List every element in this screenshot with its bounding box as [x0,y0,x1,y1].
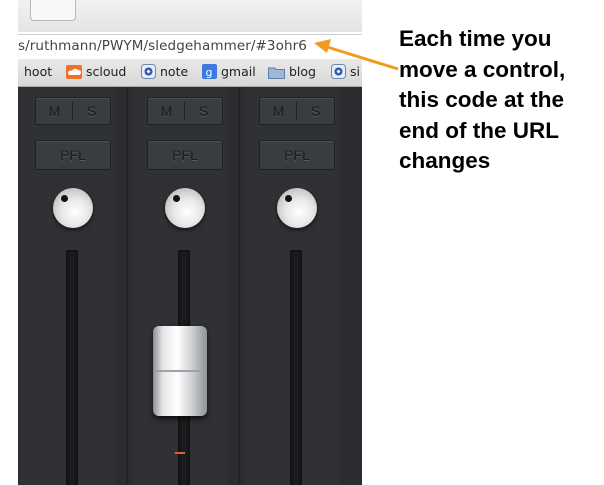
arrow-shaft [323,44,399,71]
annotation-line: end of the URL [399,117,559,143]
arrow-head [314,39,331,53]
annotation-line: changes [399,148,491,173]
annotation-line: this code at the [399,87,565,112]
annotation-line: move a control, [399,56,566,82]
annotation-line: Each time you [399,26,552,51]
annotation-text: Each time you move a control, this code … [399,24,599,177]
